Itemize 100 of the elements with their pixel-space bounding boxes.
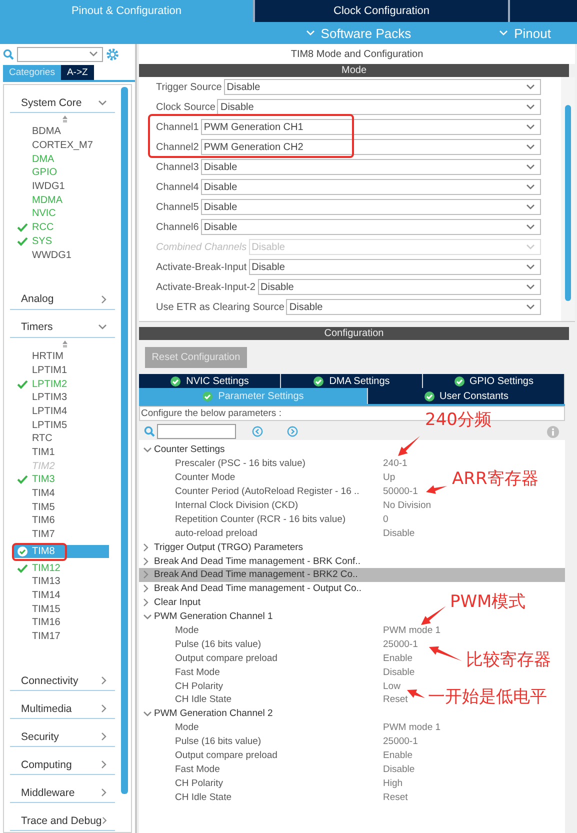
chevron-down-icon xyxy=(526,224,535,230)
parameter-label: Prescaler (PSC - 16 bits value) xyxy=(175,458,306,470)
sidebar-item[interactable]: TIM15 xyxy=(14,602,109,616)
dropdown[interactable]: Disable xyxy=(200,159,541,175)
tree-group[interactable]: PWM Generation Channel 2 xyxy=(139,706,276,721)
sidebar-item[interactable]: WWDG1 xyxy=(14,248,109,262)
chevron-down-icon xyxy=(526,244,535,250)
search-icon xyxy=(3,48,14,60)
dropdown[interactable]: Disable xyxy=(200,219,541,235)
sidebar-item[interactable]: LPTIM4 xyxy=(14,404,109,418)
tab[interactable]: User Constants xyxy=(368,388,565,404)
sidebar-item[interactable]: TIM13 xyxy=(14,574,109,589)
parameter-label: Counter Period (AutoReload Register - 16 .. xyxy=(175,486,360,498)
dropdown[interactable]: Disable xyxy=(224,79,541,95)
parameter-value: Up xyxy=(383,472,396,484)
scroll-up-icon xyxy=(62,115,68,123)
category-header[interactable]: Middleware xyxy=(10,783,115,804)
right-circle-icon[interactable] xyxy=(287,426,298,437)
sidebar-item[interactable]: TIM1 xyxy=(14,446,109,460)
sidebar-item[interactable]: LPTIM1 xyxy=(14,364,109,378)
dropdown[interactable]: Disable xyxy=(200,179,541,195)
settings-icon xyxy=(106,48,119,60)
parameter-label: CH Polarity xyxy=(175,778,224,789)
dropdown[interactable]: Disable xyxy=(258,279,541,295)
check-circle-icon xyxy=(424,390,435,402)
dropdown[interactable]: Disable xyxy=(286,299,541,315)
sidebar-item[interactable]: TIM7 xyxy=(14,528,109,542)
parameter-label: Repetition Counter (RCR - 16 bits value) xyxy=(175,514,347,525)
sidebar-item[interactable]: TIM17 xyxy=(14,630,109,644)
tab[interactable]: GPIO Settings xyxy=(423,374,565,388)
tree-group[interactable]: Break And Dead Time management - BRK Conf.. xyxy=(139,554,364,568)
category-header[interactable]: Computing xyxy=(10,755,115,776)
parameter-label: Pulse (16 bits value) xyxy=(175,638,262,650)
tab[interactable]: DMA Settings xyxy=(281,374,423,388)
left-circle-icon[interactable] xyxy=(252,426,263,437)
field-label: Use ETR as Clearing Source xyxy=(156,302,284,312)
parameter-value: 240-1 xyxy=(383,458,408,470)
field-label: Channel3 xyxy=(156,162,199,172)
tree-group[interactable]: Clear Input xyxy=(139,596,204,610)
dropdown[interactable]: PWM Generation CH2 xyxy=(200,139,541,155)
sidebar-item[interactable]: TIM6 xyxy=(14,514,109,528)
category-header[interactable]: Timers xyxy=(10,318,115,338)
chevron-down-icon xyxy=(526,124,535,130)
parameter-value: Low xyxy=(383,680,400,692)
chevron-right-icon xyxy=(102,816,107,826)
category-header[interactable]: System Core xyxy=(10,93,115,113)
category-header[interactable]: Trace and Debug xyxy=(10,811,115,832)
sidebar-item[interactable]: RTC xyxy=(14,432,109,446)
chevron-down-icon xyxy=(499,30,508,36)
parameter-label: CH Idle State xyxy=(175,792,232,803)
search-field[interactable] xyxy=(157,424,236,439)
tree-group[interactable]: PWM Generation Channel 1 xyxy=(139,610,276,624)
chevron-right-icon xyxy=(101,760,107,770)
chevron-down-icon xyxy=(526,304,535,310)
category-header[interactable]: Analog xyxy=(10,290,115,310)
chevron-down-icon xyxy=(526,164,535,170)
annotation-arrow xyxy=(426,485,447,494)
parameter-label: Pulse (16 bits value) xyxy=(175,736,262,748)
tree-group[interactable]: Break And Dead Time management - Output Co.. xyxy=(139,582,365,596)
tree-group[interactable]: Break And Dead Time management - BRK2 Co.. xyxy=(139,568,565,582)
sidebar-item[interactable]: TIM5 xyxy=(14,500,109,514)
chevron-down-icon xyxy=(526,184,535,190)
sidebar-item[interactable]: TIM4 xyxy=(14,486,109,500)
sidebar-item[interactable]: LPTIM3 xyxy=(14,390,109,405)
dropdown[interactable]: Disable xyxy=(248,259,541,275)
category-header[interactable]: Multimedia xyxy=(10,699,115,720)
parameter-value: No Division xyxy=(383,500,432,511)
chevron-down-icon xyxy=(89,51,98,57)
search-field[interactable] xyxy=(17,46,103,62)
category-header[interactable]: Connectivity xyxy=(10,671,115,692)
chevron-down-icon xyxy=(526,264,535,270)
category-header[interactable]: Security xyxy=(10,727,115,748)
parameter-value: Disable xyxy=(383,764,415,775)
sidebar-item[interactable]: HRTIM xyxy=(14,350,109,364)
sidebar-item[interactable]: CORTEX_M7 xyxy=(14,138,109,152)
parameter-label: CH Idle State xyxy=(175,694,232,706)
sidebar-item[interactable]: TIM16 xyxy=(14,616,109,630)
annotation-note: 240分频 xyxy=(425,410,492,431)
dropdown[interactable]: Disable xyxy=(217,99,541,115)
tab[interactable]: A->Z xyxy=(60,65,94,80)
sidebar-item[interactable]: IWDG1 xyxy=(14,180,109,194)
parameter-value: 25000-1 xyxy=(383,638,418,650)
chevron-down-icon xyxy=(526,144,535,150)
chevron-down-icon xyxy=(98,324,107,330)
sidebar-item[interactable]: TIM14 xyxy=(14,588,109,602)
parameter-label: auto-reload preload xyxy=(175,528,258,539)
parameter-label: Output compare preload xyxy=(175,750,278,762)
dropdown[interactable]: PWM Generation CH1 xyxy=(200,119,541,135)
chevron-down-icon xyxy=(98,100,107,106)
dropdown[interactable]: Disable xyxy=(200,199,541,215)
annotation-arrow xyxy=(421,606,446,625)
tab[interactable]: NVIC Settings xyxy=(139,374,281,388)
chevron-right-icon xyxy=(101,704,107,714)
sidebar-item[interactable]: LPTIM5 xyxy=(14,418,109,432)
annotation-arrow xyxy=(429,646,462,661)
tree-group[interactable]: Trigger Output (TRGO) Parameters xyxy=(139,540,306,554)
sidebar-item[interactable]: BDMA xyxy=(14,125,109,139)
parameter-value: 50000-1 xyxy=(383,486,418,498)
tree-group[interactable]: Counter Settings xyxy=(139,443,228,457)
field-label: Channel2 xyxy=(156,142,199,152)
